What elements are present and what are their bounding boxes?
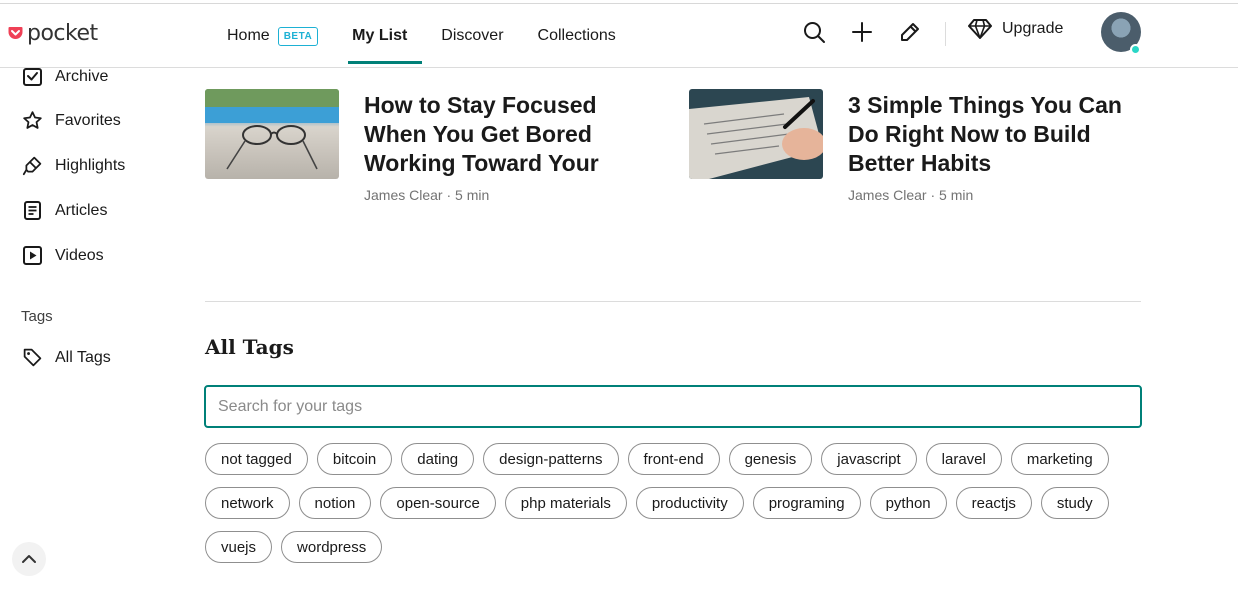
sidebar-item-label: Articles	[55, 201, 108, 219]
nav-home-label: Home	[227, 27, 270, 44]
brand-name: pocket	[27, 21, 98, 46]
upgrade-label: Upgrade	[1002, 20, 1064, 37]
tag-search-input[interactable]	[204, 385, 1142, 428]
tag-chip[interactable]: open-source	[380, 487, 496, 519]
main-nav: Home BETA My List Discover Collections	[210, 4, 633, 68]
add-icon[interactable]	[850, 20, 874, 44]
sidebar-item-favorites[interactable]: Favorites	[22, 110, 121, 131]
tag-chip[interactable]: genesis	[728, 443, 813, 475]
tag-list: not tagged bitcoin dating design-patterns fr…	[205, 443, 1145, 563]
sidebar-item-label: Archive	[55, 67, 109, 85]
scroll-to-top-button[interactable]	[12, 542, 46, 576]
sidebar-item-label: Highlights	[55, 156, 126, 174]
tag-icon	[23, 348, 42, 367]
sidebar-item-highlights[interactable]: Highlights	[22, 155, 125, 176]
nav-discover[interactable]: Discover	[424, 4, 520, 68]
header-divider	[945, 22, 946, 46]
nav-home[interactable]: Home BETA	[210, 4, 335, 68]
article-meta: James Clear · 5 min	[364, 187, 490, 203]
all-tags-title: All Tags	[205, 335, 294, 359]
tag-chip[interactable]: php materials	[504, 487, 627, 519]
highlighter-icon	[22, 156, 42, 176]
article-title[interactable]: 3 Simple Things You Can Do Right Now to …	[848, 91, 1138, 178]
tag-chip[interactable]: productivity	[635, 487, 744, 519]
article-card[interactable]: How to Stay Focused When You Get Bored W…	[205, 89, 645, 209]
tag-chip[interactable]: reactjs	[955, 487, 1032, 519]
tag-chip[interactable]: vuejs	[205, 531, 273, 563]
tag-chip[interactable]: marketing	[1010, 443, 1109, 475]
tag-chip[interactable]: bitcoin	[316, 443, 393, 475]
tag-chip[interactable]: study	[1040, 487, 1109, 519]
online-status-dot	[1130, 44, 1141, 55]
tag-chip[interactable]: python	[869, 487, 947, 519]
tag-chip[interactable]: wordpress	[281, 531, 383, 563]
sidebar-item-label: Favorites	[55, 111, 121, 129]
tag-chip[interactable]: front-end	[627, 443, 720, 475]
sidebar-tags-heading: Tags	[21, 308, 53, 325]
sidebar-item-videos[interactable]: Videos	[22, 245, 104, 266]
nav-discover-label: Discover	[441, 27, 504, 44]
sidebar-item-all-tags[interactable]: All Tags	[22, 347, 111, 368]
tag-chip[interactable]: network	[205, 487, 290, 519]
section-divider	[205, 301, 1141, 302]
tag-chip[interactable]: javascript	[821, 443, 917, 475]
article-thumbnail	[689, 89, 823, 179]
sidebar-item-label: All Tags	[55, 348, 111, 366]
sidebar-item-label: Videos	[55, 246, 104, 264]
sidebar-item-articles[interactable]: Articles	[22, 200, 107, 221]
nav-my-list-label: My List	[352, 27, 408, 44]
nav-collections[interactable]: Collections	[521, 4, 633, 68]
nav-collections-label: Collections	[537, 27, 616, 44]
active-tab-indicator	[348, 61, 422, 64]
article-icon	[24, 201, 41, 220]
nav-my-list[interactable]: My List	[335, 4, 424, 68]
tag-chip[interactable]: design-patterns	[483, 443, 619, 475]
upgrade-button[interactable]: Upgrade	[968, 18, 1063, 40]
pocket-logo[interactable]: pocket	[8, 21, 98, 46]
archive-icon	[23, 68, 42, 86]
tag-chip[interactable]: notion	[298, 487, 372, 519]
sidebar-item-archive[interactable]: Archive	[22, 66, 108, 87]
search-icon[interactable]	[802, 20, 826, 44]
pocket-logo-icon	[8, 27, 23, 39]
beta-badge: BETA	[277, 26, 319, 46]
article-thumbnail	[205, 89, 339, 179]
tag-chip[interactable]: dating	[401, 443, 475, 475]
article-title[interactable]: How to Stay Focused When You Get Bored W…	[364, 91, 654, 178]
tag-chip[interactable]: laravel	[925, 443, 1002, 475]
tag-chip[interactable]: not tagged	[205, 443, 308, 475]
edit-icon[interactable]	[898, 20, 922, 44]
article-meta: James Clear · 5 min	[848, 187, 974, 203]
chevron-up-icon	[22, 555, 36, 563]
article-card[interactable]: 3 Simple Things You Can Do Right Now to …	[689, 89, 1129, 209]
video-icon	[23, 246, 42, 265]
diamond-icon	[968, 19, 992, 39]
star-icon	[23, 111, 42, 129]
tag-chip[interactable]: programing	[752, 487, 861, 519]
